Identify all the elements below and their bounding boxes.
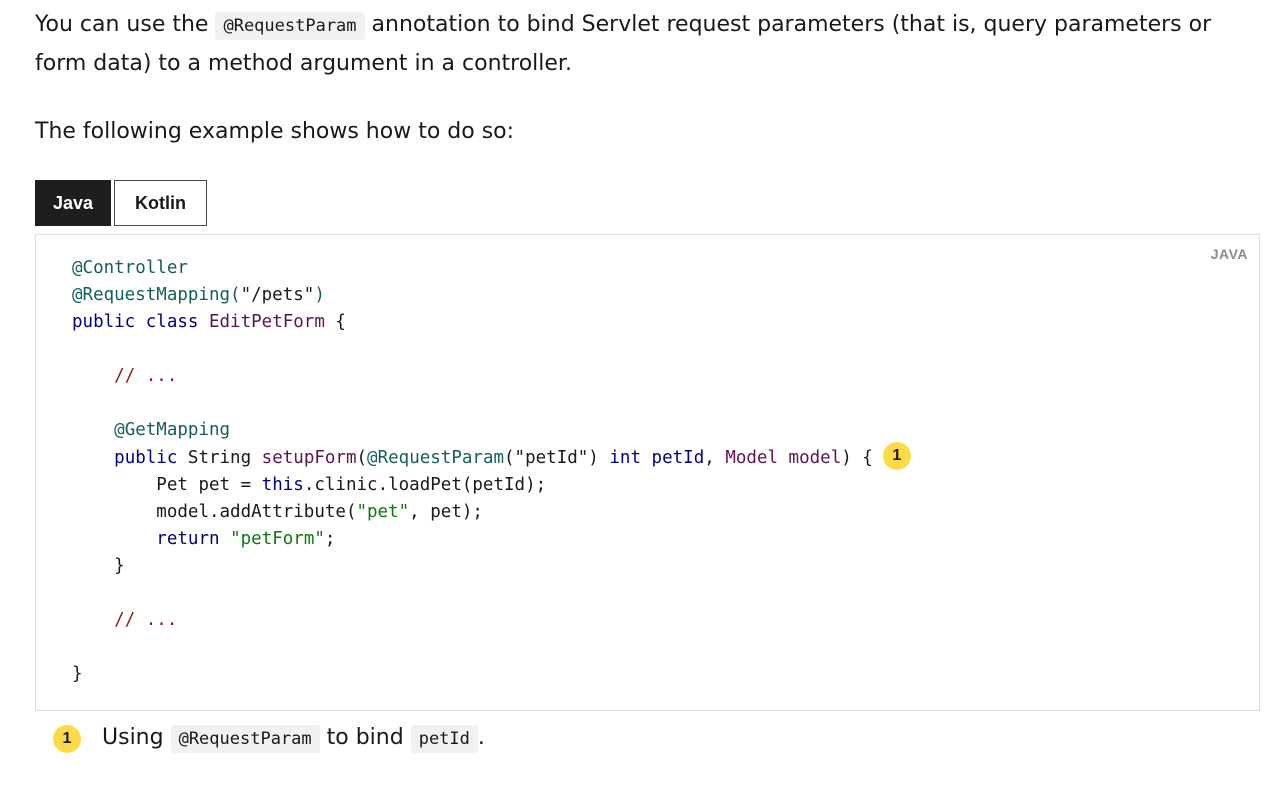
code-token: model — [788, 448, 842, 468]
code-token: return — [156, 529, 220, 549]
intro-paragraph: You can use the @RequestParam annotation… — [35, 6, 1250, 83]
code-token: model.addAttribute( — [156, 502, 357, 522]
code-token: } — [72, 664, 83, 684]
code-token: public — [114, 448, 178, 468]
callout-description: Using @RequestParam to bind petId. — [102, 719, 485, 758]
code-token: } — [114, 556, 125, 576]
code-token: @Controller — [72, 258, 188, 278]
code-token: "/pets" — [240, 285, 315, 305]
code-token: setupForm — [261, 448, 357, 468]
code-block: JAVA @Controller @RequestMapping("/pets"… — [35, 234, 1260, 711]
code-token: , pet); — [409, 502, 483, 522]
code-listing: @Controller @RequestMapping("/pets") pub… — [72, 255, 911, 688]
code-token: "petForm" — [230, 529, 325, 549]
callout-text-after: . — [477, 725, 485, 750]
inline-code-petid: petId — [410, 725, 478, 753]
intro-text-before: You can use the — [35, 12, 216, 37]
code-comment: // ... — [114, 366, 178, 386]
callout-text-mid: to bind — [319, 725, 411, 750]
code-token: int — [609, 448, 641, 468]
code-token: @GetMapping — [114, 420, 231, 440]
callout-text-before: Using — [102, 725, 171, 750]
inline-code-requestparam: @RequestParam — [215, 12, 365, 40]
code-token: Model — [725, 448, 778, 468]
code-token: @RequestParam — [367, 448, 505, 468]
callout-list-marker: 1 — [53, 725, 81, 753]
code-token: ) — [314, 285, 325, 305]
code-comment: // ... — [114, 610, 178, 630]
code-token: EditPetForm — [208, 312, 325, 332]
code-token: , — [704, 448, 726, 468]
code-token: { — [324, 312, 346, 332]
code-token: public class — [72, 312, 199, 332]
code-token: ( — [356, 448, 368, 468]
code-token: petId — [651, 448, 705, 468]
code-token: .clinic.loadPet(petId); — [303, 475, 547, 495]
tab-java[interactable]: Java — [35, 180, 111, 226]
inline-code-requestparam: @RequestParam — [170, 725, 320, 753]
language-tabs: Java Kotlin — [35, 180, 207, 226]
language-label: JAVA — [1210, 246, 1248, 262]
code-token: ("petId") — [504, 448, 599, 468]
example-intro-paragraph: The following example shows how to do so… — [35, 119, 515, 144]
code-token: "pet" — [356, 502, 410, 522]
code-token: Pet pet = — [156, 475, 262, 495]
tab-kotlin[interactable]: Kotlin — [114, 180, 207, 226]
code-token: @RequestMapping( — [72, 285, 241, 305]
code-token: ) { — [841, 448, 873, 468]
callout-marker: 1 — [882, 442, 911, 470]
code-token: ; — [324, 529, 336, 549]
code-token: String — [177, 448, 262, 468]
code-token: this — [261, 475, 304, 495]
